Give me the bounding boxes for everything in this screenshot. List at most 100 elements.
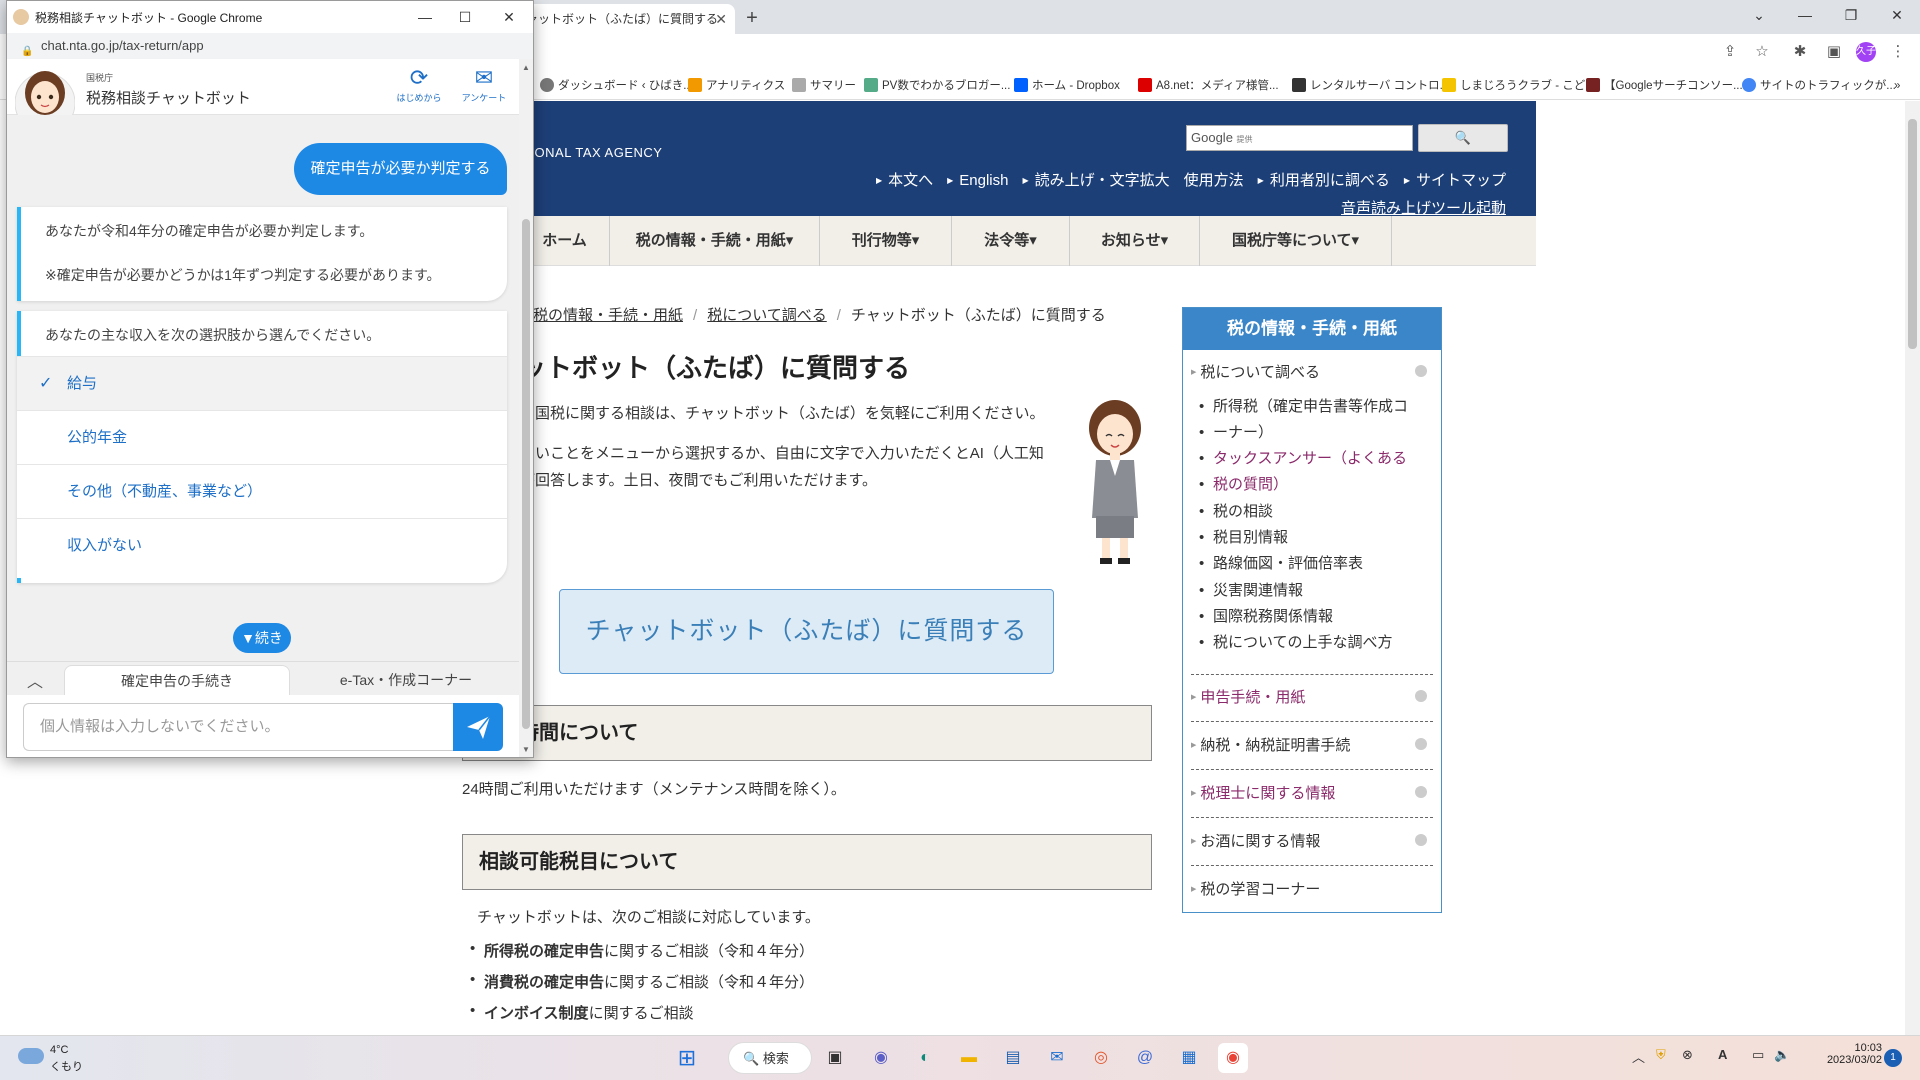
breadcrumb-research[interactable]: 税について調べる [707,307,827,324]
bookmark-item[interactable]: A8.net：メディア様管... [1138,76,1279,96]
file-explorer-icon[interactable]: ▬ [954,1043,984,1073]
tab-nta-chatbot-page[interactable]: ャットボット（ふたば）に質問する ✕ [520,4,735,34]
search-button[interactable]: 🔍 [1418,124,1508,152]
security-icon[interactable]: ⛨ [1656,1047,1666,1063]
bookmark-item[interactable]: ホーム - Dropbox [1014,76,1120,96]
send-button[interactable] [453,703,503,751]
sidebar-item-disaster[interactable]: 災害関連情報 [1199,578,1303,604]
windows-start-icon[interactable]: ⊞ [672,1043,702,1073]
expand-icon[interactable] [1415,365,1427,377]
site-search-input[interactable]: Google 提供 [1186,125,1413,151]
close-icon[interactable]: ✕ [715,4,727,34]
sidebar-item-consultation[interactable]: 税の相談 [1199,499,1273,525]
bookmark-item[interactable]: サイトのトラフィックが... [1742,76,1896,96]
sidebar-item-tax-answer-cont[interactable]: 税の質問） [1199,472,1288,498]
chevron-up-icon[interactable]: ︿ [1632,1047,1645,1066]
star-icon[interactable]: ☆ [1752,42,1772,62]
expand-icon[interactable] [1415,786,1427,798]
taskbar-search[interactable]: 🔍 検索 [728,1042,812,1074]
volume-icon[interactable]: 🔈 [1774,1047,1790,1063]
edge-icon[interactable]: ◐ [910,1043,940,1073]
chat-scrollbar[interactable]: ▲ ▼ [519,59,533,757]
minimize-button[interactable]: — [405,4,445,30]
scroll-up-icon[interactable]: ▲ [522,63,530,72]
chat-message-input[interactable]: 個人情報は入力しないでください。 [23,703,453,751]
restart-button[interactable]: ⟳ はじめから [392,65,446,104]
nav-news[interactable]: お知らせ▾ [1070,216,1200,266]
option-no-income[interactable]: 収入がない [17,518,507,578]
survey-button[interactable]: ✉ アンケート [457,65,511,104]
option-pension[interactable]: 公的年金 [17,410,507,464]
continue-button[interactable]: ▼続き [233,623,291,653]
nav-tax-info[interactable]: 税の情報・手続・用紙▾ [610,216,820,266]
chevron-down-icon[interactable]: ⌄ [1736,0,1782,30]
bookmark-item[interactable]: レンタルサーバ コントロ... [1292,76,1449,96]
bookmark-item[interactable]: 【Googleサーチコンソー... [1586,76,1743,96]
link-honbun[interactable]: 本文へ [876,172,933,189]
sidebar-item-how-to-research[interactable]: 税についての上手な調べ方 [1199,630,1393,656]
link-english[interactable]: English [947,172,1008,189]
bookmark-item[interactable]: アナリティクス [688,76,785,96]
nav-about[interactable]: 国税庁等について▾ [1200,216,1392,266]
sidebar-item-income-tax-cont[interactable]: ーナー） [1199,420,1273,446]
profile-avatar[interactable]: 久子 [1856,42,1876,62]
link-usage[interactable]: 使用方法 [1184,172,1244,189]
share-icon[interactable]: ⇪ [1720,42,1740,62]
clock[interactable]: 10:03 2023/03/02 [1810,1042,1882,1066]
sidebar-item-international[interactable]: 国際税務関係情報 [1199,604,1333,630]
store-icon[interactable]: ▤ [998,1043,1028,1073]
sidebar-section-research[interactable]: 税について調べる [1191,361,1320,382]
sidebar-section-payment[interactable]: 納税・納税証明書手続 [1191,734,1350,755]
bookmark-item[interactable]: PV数でわかるブロガー... [864,76,1010,96]
minimize-button[interactable]: — [1782,0,1828,30]
sidepanel-icon[interactable]: ▣ [1824,42,1844,62]
bookmark-item[interactable]: しまじろうクラブ - こど... [1442,76,1595,96]
sidebar-item-rosenka[interactable]: 路線価図・評価倍率表 [1199,551,1363,577]
sidebar-item-income-tax[interactable]: 所得税（確定申告書等作成コ [1199,394,1408,420]
expand-icon[interactable] [1415,690,1427,702]
teams-chat-icon[interactable]: ◉ [866,1043,896,1073]
sidebar-item-by-tax[interactable]: 税目別情報 [1199,525,1288,551]
task-view-icon[interactable]: ▣ [820,1043,850,1073]
app-icon[interactable]: @ [1130,1043,1160,1073]
new-tab-button[interactable]: + [738,4,766,32]
network-icon[interactable]: ▭ [1752,1047,1764,1063]
mail-icon[interactable]: ✉ [1042,1043,1072,1073]
option-other-income[interactable]: その他（不動産、事業など） [17,464,507,518]
ime-indicator[interactable]: A [1718,1047,1727,1062]
close-circle-icon[interactable]: ⊗ [1682,1047,1693,1063]
menu-icon[interactable]: ⋮ [1888,42,1908,62]
sidebar-item-tax-answer[interactable]: タックスアンサー（よくある [1199,446,1407,472]
close-button[interactable]: ✕ [489,4,529,30]
bookmark-item[interactable]: ダッシュボード ‹ ひばき... [540,76,693,96]
sidebar-section-tax-accountant[interactable]: 税理士に関する情報 [1191,782,1335,803]
extensions-icon[interactable]: ✱ [1790,42,1810,62]
voice-tool-link[interactable]: 音声読み上げツール起動 [1341,197,1506,218]
address-bar[interactable]: 🔒 chat.nta.go.jp/tax-return/app [7,33,533,59]
chevron-up-icon[interactable]: ︿ [27,668,43,692]
app-icon[interactable]: ◎ [1086,1043,1116,1073]
option-salary[interactable]: ✓ 給与 [17,356,507,410]
scrollbar-thumb[interactable] [1908,119,1917,349]
scroll-down-icon[interactable]: ▼ [522,745,530,754]
link-by-user[interactable]: 利用者別に調べる [1258,172,1390,189]
expand-icon[interactable] [1415,834,1427,846]
sidebar-section-forms[interactable]: 申告手続・用紙 [1191,686,1305,707]
link-read-aloud[interactable]: 読み上げ・文字拡大 [1022,172,1169,189]
sidebar-section-learning[interactable]: 税の学習コーナー [1191,878,1320,899]
link-sitemap[interactable]: サイトマップ [1404,172,1506,189]
notification-badge[interactable]: 1 [1884,1049,1902,1067]
chatbot-cta-button[interactable]: チャットボット（ふたば）に質問する [559,589,1054,674]
bookmark-item[interactable]: サマリー [792,76,856,96]
maximize-button[interactable]: ☐ [445,4,485,30]
restore-button[interactable]: ❐ [1828,0,1874,30]
bookmarks-overflow-icon[interactable]: » [1894,76,1900,96]
breadcrumb-tax-info[interactable]: 税の情報・手続・用紙 [533,307,683,324]
scrollbar-thumb[interactable] [522,219,530,729]
expand-icon[interactable] [1415,738,1427,750]
chrome-icon[interactable]: ◉ [1218,1043,1248,1073]
nav-publications[interactable]: 刊行物等▾ [820,216,952,266]
sidebar-section-alcohol[interactable]: お酒に関する情報 [1191,830,1320,851]
nav-laws[interactable]: 法令等▾ [952,216,1070,266]
close-button[interactable]: ✕ [1874,0,1920,30]
